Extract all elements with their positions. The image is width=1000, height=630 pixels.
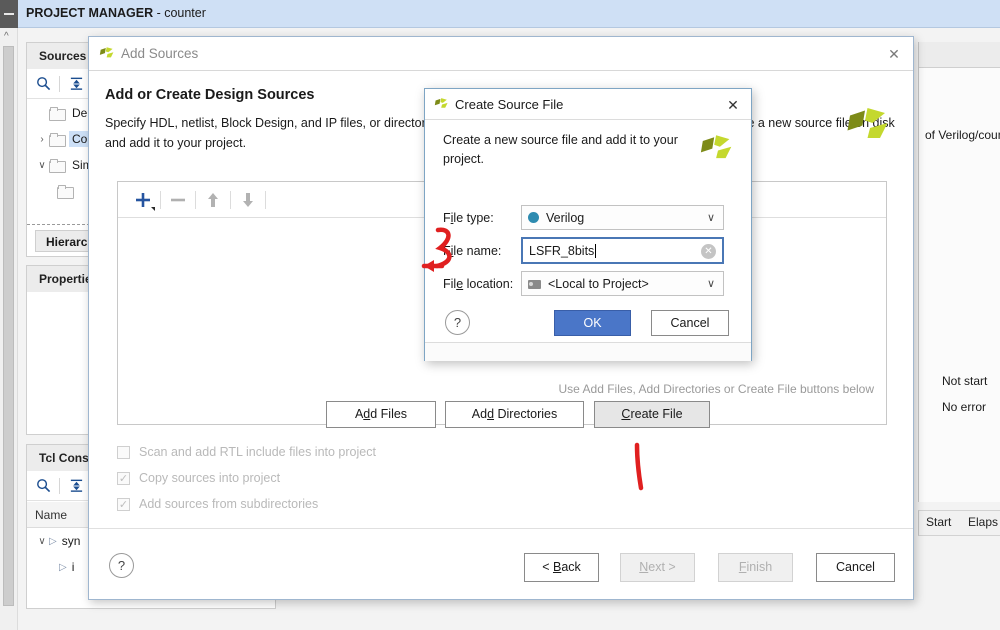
column-header-elapsed: Elaps (968, 515, 999, 529)
arrow-down-icon[interactable] (231, 185, 265, 215)
verilog-path-text: of Verilog/counte (925, 128, 1000, 142)
file-name-label: File name: (443, 243, 502, 258)
checkbox-scan-rtl-include[interactable]: Scan and add RTL include files into proj… (117, 445, 376, 459)
left-scrollbar[interactable]: ^ (0, 28, 18, 630)
minus-icon[interactable] (161, 185, 195, 215)
project-name-label: - counter (153, 6, 206, 20)
run-arrow-icon: ▷ (49, 535, 57, 547)
checkbox-box[interactable]: ✓ (117, 471, 130, 485)
verilog-dot-icon (528, 212, 539, 223)
finish-button: Finish (718, 553, 793, 582)
status-not-started: Not start (942, 374, 988, 388)
create-source-title-bar: Create Source File ✕ (425, 89, 751, 120)
twisty-icon[interactable]: › (35, 134, 49, 145)
field-file-location: File location: <Local to Project> ∨ (443, 267, 735, 300)
checkbox-box[interactable] (117, 445, 130, 459)
chevron-down-icon[interactable]: ∨ (707, 211, 715, 224)
tcl-row-label: syn (61, 534, 81, 548)
folder-icon (49, 107, 66, 121)
scrollbar-thumb[interactable] (3, 46, 14, 606)
tcl-row-label: i (71, 560, 75, 574)
scroll-up-icon[interactable]: ^ (4, 32, 9, 42)
file-type-value: Verilog (546, 210, 585, 225)
background-right-panel (918, 42, 1000, 372)
add-directories-button[interactable]: Add Directories (445, 401, 584, 428)
status-no-errors: No error (942, 400, 987, 414)
vivado-logo-icon (434, 97, 450, 112)
field-file-name: File name: LSFR_8bits ✕ (443, 234, 735, 267)
twisty-icon[interactable]: ∨ (35, 536, 49, 547)
add-sources-title-label: Add Sources (121, 46, 199, 61)
field-file-type: File type: Verilog ∨ (443, 201, 735, 234)
checkbox-copy-sources[interactable]: ✓ Copy sources into project (117, 471, 280, 485)
create-source-fields: File type: Verilog ∨ File name: LSFR_8bi… (443, 201, 735, 300)
file-name-input[interactable]: LSFR_8bits ✕ (521, 237, 724, 264)
plus-icon[interactable] (126, 185, 160, 215)
checkbox-add-subdirectories[interactable]: ✓ Add sources from subdirectories (117, 497, 318, 511)
vivado-logo-icon (99, 46, 116, 62)
create-file-button[interactable]: Create File (594, 401, 710, 428)
folder-icon (49, 133, 66, 147)
question-mark-icon[interactable]: ? (445, 310, 470, 335)
ok-button[interactable]: OK (554, 310, 631, 336)
vivado-logo-medium-icon (699, 133, 737, 171)
create-source-footer (425, 343, 751, 361)
background-right-panel-header (919, 42, 1000, 68)
run-arrow-icon: ▷ (59, 561, 67, 573)
chevron-down-icon[interactable]: ∨ (707, 277, 715, 290)
toolbar-divider (265, 190, 266, 209)
column-header-start: Start (926, 515, 952, 529)
file-location-value: <Local to Project> (548, 276, 649, 291)
checkbox-box[interactable]: ✓ (117, 497, 130, 511)
file-type-select[interactable]: Verilog ∨ (521, 205, 724, 230)
page-title: PROJECT MANAGER - counter (26, 6, 206, 20)
file-type-label: File type: (443, 210, 494, 225)
screen-root: PROJECT MANAGER - counter ^ Sources De ›… (0, 0, 1000, 630)
file-name-value: LSFR_8bits (529, 243, 595, 258)
checkbox-label: Add sources from subdirectories (139, 497, 319, 511)
create-source-description: Create a new source file and add it to y… (443, 133, 678, 166)
back-button[interactable]: < Back (524, 553, 599, 582)
cancel-button[interactable]: Cancel (651, 310, 729, 336)
window-minimize-button[interactable] (0, 0, 18, 28)
location-folder-icon (528, 278, 542, 289)
file-location-label: File location: (443, 276, 514, 291)
footer-divider (89, 528, 913, 529)
add-sources-title-bar: Add Sources ✕ (89, 37, 913, 71)
file-location-select[interactable]: <Local to Project> ∨ (521, 271, 724, 296)
search-icon[interactable] (27, 472, 59, 500)
vivado-logo-large-icon (845, 105, 895, 154)
arrow-up-icon[interactable] (196, 185, 230, 215)
twisty-icon[interactable]: ∨ (35, 160, 49, 171)
add-sources-heading: Add or Create Design Sources (105, 87, 315, 103)
create-source-buttons: ? OK Cancel (425, 297, 751, 337)
text-caret (595, 243, 597, 258)
next-button: Next > (620, 553, 695, 582)
tree-item-label (77, 190, 83, 192)
close-icon[interactable]: ✕ (883, 44, 905, 64)
cancel-button[interactable]: Cancel (816, 553, 895, 582)
folder-icon (49, 159, 66, 173)
checkbox-label: Scan and add RTL include files into proj… (139, 445, 376, 459)
add-files-button[interactable]: Add Files (326, 401, 436, 428)
close-icon[interactable]: ✕ (724, 96, 742, 114)
clear-input-icon[interactable]: ✕ (701, 244, 716, 259)
ide-title-bar: PROJECT MANAGER - counter (0, 0, 1000, 28)
search-icon[interactable] (27, 70, 59, 98)
empty-list-hint: Use Add Files, Add Directories or Create… (558, 382, 874, 396)
project-manager-label: PROJECT MANAGER (26, 6, 154, 20)
create-source-file-dialog: Create Source File ✕ Create a new source… (424, 88, 752, 361)
question-mark-icon[interactable]: ? (109, 553, 134, 578)
folder-icon (57, 185, 74, 199)
create-source-title-label: Create Source File (455, 97, 564, 112)
checkbox-label: Copy sources into project (139, 471, 281, 485)
